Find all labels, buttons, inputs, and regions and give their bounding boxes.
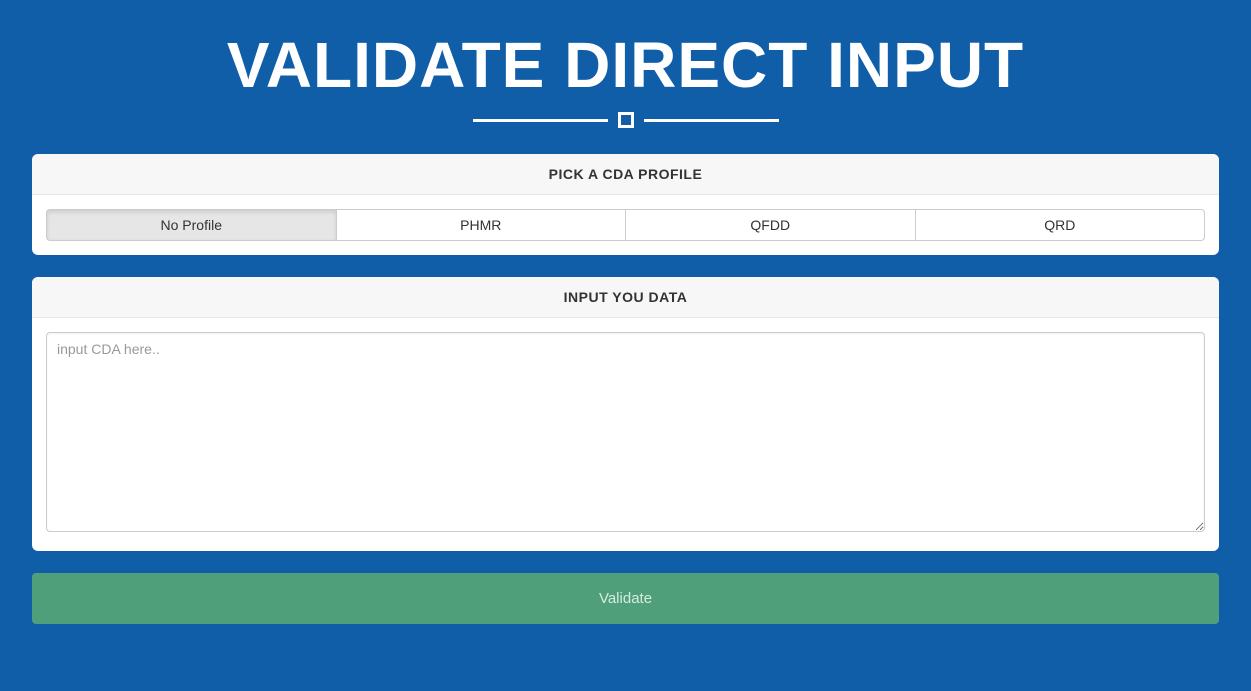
input-panel-body bbox=[32, 318, 1219, 551]
divider-square-icon bbox=[618, 112, 634, 128]
profile-option-phmr[interactable]: PHMR bbox=[336, 209, 626, 241]
divider-line-left bbox=[473, 119, 608, 122]
profile-panel-header: PICK A CDA PROFILE bbox=[32, 154, 1219, 195]
profile-option-qrd[interactable]: QRD bbox=[915, 209, 1206, 241]
profile-option-qfdd[interactable]: QFDD bbox=[625, 209, 915, 241]
profile-button-group: No Profile PHMR QFDD QRD bbox=[46, 209, 1205, 241]
input-panel-header: INPUT YOU DATA bbox=[32, 277, 1219, 318]
page-title: VALIDATE DIRECT INPUT bbox=[32, 0, 1219, 112]
divider-line-right bbox=[644, 119, 779, 122]
input-panel: INPUT YOU DATA bbox=[32, 277, 1219, 551]
profile-panel-body: No Profile PHMR QFDD QRD bbox=[32, 195, 1219, 255]
profile-option-no-profile[interactable]: No Profile bbox=[46, 209, 336, 241]
profile-panel: PICK A CDA PROFILE No Profile PHMR QFDD … bbox=[32, 154, 1219, 255]
validate-button[interactable]: Validate bbox=[32, 573, 1219, 624]
cda-input-textarea[interactable] bbox=[46, 332, 1205, 532]
title-divider bbox=[32, 112, 1219, 128]
